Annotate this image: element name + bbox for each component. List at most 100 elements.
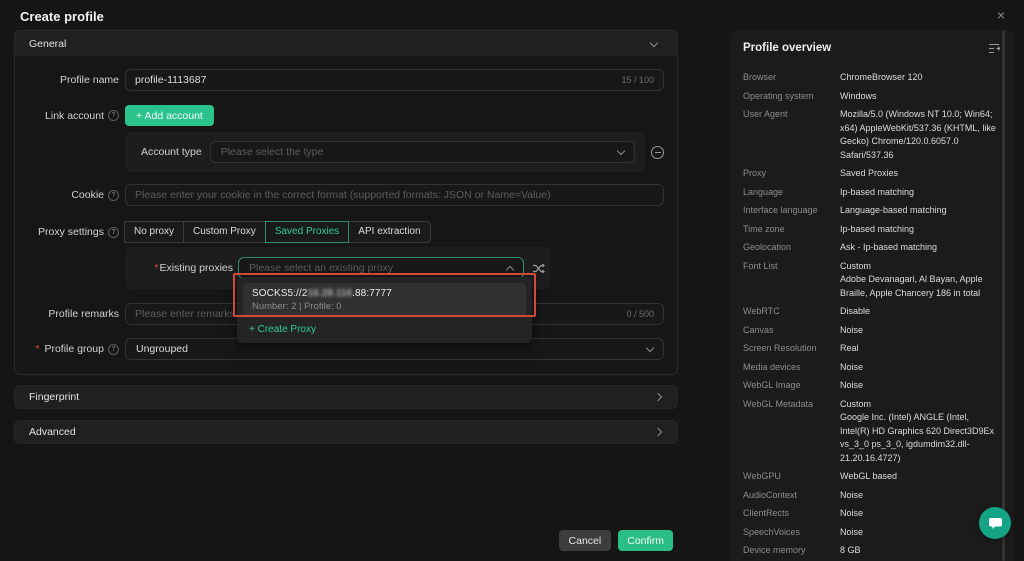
overview-row-value: Noise <box>840 507 1000 521</box>
overview-row-label: WebGL Image <box>743 379 840 393</box>
create-proxy-link[interactable]: + Create Proxy <box>237 317 532 335</box>
overview-row-label: AudioContext <box>743 489 840 503</box>
overview-row-value: Custom Google Inc. (Intel) ANGLE (Intel,… <box>840 398 1000 466</box>
overview-row: User Agent Mozilla/5.0 (Windows NT 10.0;… <box>743 108 1000 162</box>
add-account-button[interactable]: + Add account <box>125 105 214 126</box>
overview-row: Language Ip-based matching <box>743 186 1000 200</box>
proxy-mode-tab[interactable]: No proxy <box>124 221 184 243</box>
dialog-footer: Cancel Confirm <box>14 530 678 551</box>
profile-remarks-label: Profile remarks <box>15 308 119 320</box>
page-title: Create profile <box>20 9 104 24</box>
profile-name-label: Profile name <box>15 74 119 86</box>
section-advanced-header[interactable]: Advanced <box>14 420 678 444</box>
overview-row-value: Saved Proxies <box>840 167 1000 181</box>
overview-row: ClientRects Noise <box>743 507 1000 521</box>
section-fingerprint-label: Fingerprint <box>29 391 79 403</box>
cookie-input[interactable] <box>135 189 654 201</box>
section-general-header[interactable]: General <box>15 31 677 56</box>
overview-row-label: WebGPU <box>743 470 840 484</box>
overview-row-label: ClientRects <box>743 507 840 521</box>
existing-proxies-select[interactable]: Please select an existing proxy <box>238 257 524 279</box>
overview-row-label: Operating system <box>743 90 840 104</box>
info-icon[interactable]: ? <box>108 227 119 238</box>
overview-row: Proxy Saved Proxies <box>743 167 1000 181</box>
existing-proxies-label: *Existing proxies <box>125 262 233 274</box>
overview-row-label: Device memory <box>743 544 840 558</box>
overview-row: AudioContext Noise <box>743 489 1000 503</box>
proxy-dropdown: SOCKS5://216.28.116.88:7777 Number: 2 | … <box>237 277 532 343</box>
overview-row-value: 8 GB <box>840 544 1000 558</box>
overview-row-label: WebGL Metadata <box>743 398 840 466</box>
overview-row-value: Ask - Ip-based matching <box>840 241 1000 255</box>
cookie-label: Cookie ? <box>15 189 119 201</box>
overview-row: Operating system Windows <box>743 90 1000 104</box>
section-fingerprint-header[interactable]: Fingerprint <box>14 385 678 409</box>
overview-row-label: Interface language <box>743 204 840 218</box>
proxy-mode-tab[interactable]: Custom Proxy <box>183 221 266 243</box>
remove-account-icon[interactable] <box>651 146 664 159</box>
overview-row: SpeechVoices Noise <box>743 526 1000 540</box>
overview-row-label: User Agent <box>743 108 840 162</box>
overview-row: Interface language Language-based matchi… <box>743 204 1000 218</box>
shuffle-proxy-icon[interactable] <box>532 262 545 275</box>
overview-row-value: Noise <box>840 361 1000 375</box>
close-icon[interactable]: × <box>997 8 1005 22</box>
overview-row-value: Ip-based matching <box>840 186 1000 200</box>
info-icon[interactable]: ? <box>108 344 119 355</box>
chevron-right-icon <box>654 393 662 401</box>
cancel-button[interactable]: Cancel <box>559 530 612 551</box>
info-icon[interactable]: ? <box>108 190 119 201</box>
overview-row-value: Noise <box>840 526 1000 540</box>
section-general-label: General <box>29 38 66 50</box>
profile-name-input[interactable] <box>135 74 613 86</box>
chevron-down-icon <box>650 38 658 46</box>
overview-title: Profile overview <box>743 42 831 54</box>
overview-row-value: Windows <box>840 90 1000 104</box>
profile-name-counter: 15 / 100 <box>621 75 654 85</box>
overview-row-label: Language <box>743 186 840 200</box>
profile-group-label: * Profile group ? <box>15 343 119 355</box>
collapse-panel-icon[interactable] <box>988 43 1000 54</box>
overview-row: WebGPU WebGL based <box>743 470 1000 484</box>
overview-row-value: Noise <box>840 379 1000 393</box>
confirm-button[interactable]: Confirm <box>618 530 673 551</box>
overview-row-label: Canvas <box>743 324 840 338</box>
overview-row: Font List Custom Adobe Devanagari, Al Ba… <box>743 260 1000 301</box>
overview-row: WebRTC Disable <box>743 305 1000 319</box>
profile-overview-panel: Profile overview Browser ChromeBrowser 1… <box>731 30 1014 561</box>
overview-row: Screen Resolution Real <box>743 342 1000 356</box>
overview-row-label: Font List <box>743 260 840 301</box>
chevron-up-icon <box>506 265 514 273</box>
scrollbar[interactable] <box>1002 30 1005 561</box>
proxy-option[interactable]: SOCKS5://216.28.116.88:7777 Number: 2 | … <box>243 283 526 317</box>
cookie-field-wrap <box>125 184 664 206</box>
overview-row-value: Noise <box>840 489 1000 503</box>
overview-row: Time zone Ip-based matching <box>743 223 1000 237</box>
account-type-select[interactable]: Please select the type <box>210 141 635 163</box>
info-icon[interactable]: ? <box>108 110 119 121</box>
overview-row-value: Real <box>840 342 1000 356</box>
proxy-mode-tab[interactable]: API extraction <box>348 221 430 243</box>
overview-rows: Browser ChromeBrowser 120 Operating syst… <box>743 71 1000 561</box>
overview-row: Browser ChromeBrowser 120 <box>743 71 1000 85</box>
proxy-mode-tab[interactable]: Saved Proxies <box>265 221 349 243</box>
overview-row-label: Media devices <box>743 361 840 375</box>
proxy-settings-label: Proxy settings ? <box>15 226 119 238</box>
chevron-down-icon <box>646 344 654 352</box>
overview-row-label: Screen Resolution <box>743 342 840 356</box>
overview-row: Media devices Noise <box>743 361 1000 375</box>
proxy-option-address: SOCKS5://216.28.116.88:7777 <box>252 288 517 299</box>
create-profile-form: General Profile name 15 / 100 Link accou… <box>14 30 678 444</box>
overview-row-label: Proxy <box>743 167 840 181</box>
chevron-right-icon <box>654 428 662 436</box>
overview-row-value: Custom Adobe Devanagari, Al Bayan, Apple… <box>840 260 1000 301</box>
chat-fab[interactable] <box>979 507 1011 539</box>
chat-icon <box>988 517 1003 530</box>
profile-remarks-counter: 0 / 500 <box>626 309 654 319</box>
account-type-label: Account type <box>141 146 202 158</box>
overview-row-label: Browser <box>743 71 840 85</box>
section-advanced-label: Advanced <box>29 426 76 438</box>
overview-row-value: Disable <box>840 305 1000 319</box>
overview-row-label: WebRTC <box>743 305 840 319</box>
overview-row: Geolocation Ask - Ip-based matching <box>743 241 1000 255</box>
